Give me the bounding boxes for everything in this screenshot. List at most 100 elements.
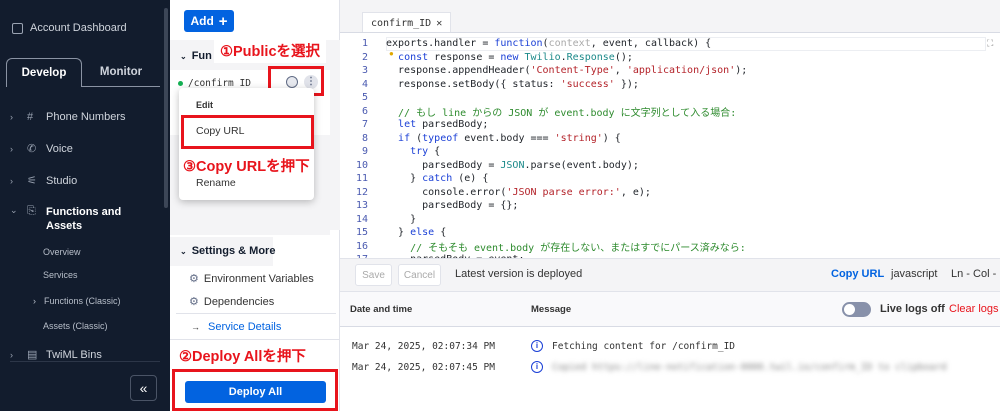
line-number: 12 xyxy=(355,186,368,198)
code-token: , xyxy=(614,65,627,77)
sidebar-item-twiml-bins[interactable]: › ▤ TwiML Bins xyxy=(10,348,102,362)
sub-label: Functions (Classic) xyxy=(44,296,121,306)
code-token: response = xyxy=(428,51,501,63)
line-number: 5 xyxy=(361,92,368,104)
line-number: 15 xyxy=(355,227,368,239)
chevron-down-icon: ⌄ xyxy=(180,52,187,61)
code-line[interactable]: 10 parsedBody = JSON.parse(event.body); xyxy=(340,159,639,173)
code-text: if (typeof event.body === 'string') { xyxy=(386,133,621,144)
sidebar-sub-overview[interactable]: Overview xyxy=(43,247,81,257)
tab-confirm-id[interactable]: confirm_ID ✕ xyxy=(362,12,452,33)
deploy-all-button[interactable]: Deploy All xyxy=(185,381,326,403)
functions-section-header[interactable]: ⌄ Fun xyxy=(180,50,212,62)
functions-panel: Add + ⌄ Fun /confirm_ID ⋮ ①Publicを選択 Edit … xyxy=(170,0,340,411)
code-token: Twilio xyxy=(524,51,561,63)
code-token: 'string' xyxy=(554,132,603,144)
code-text: // そもそも event.body が存在しない、またはすでにパース済みなら: xyxy=(386,239,746,254)
account-dashboard-link[interactable]: Account Dashboard xyxy=(12,22,127,34)
tab-monitor[interactable]: Monitor xyxy=(82,58,160,87)
annotation-box-copy-url xyxy=(181,115,314,149)
code-line[interactable]: 2 const response = new Twilio.Response()… xyxy=(340,51,633,65)
list-scrollbar[interactable] xyxy=(330,70,340,230)
sidebar-scrollbar[interactable] xyxy=(164,8,168,208)
column-date-time: Date and time xyxy=(350,304,413,315)
service-details-link[interactable]: → Service Details xyxy=(191,321,281,333)
fullscreen-icon[interactable]: ⛶ xyxy=(987,38,993,49)
code-line[interactable]: 14 } xyxy=(340,213,416,227)
code-line[interactable]: 16 // そもそも event.body が存在しない、またはすでにパース済み… xyxy=(340,240,746,254)
code-token: exports.handler = xyxy=(386,38,495,50)
menu-item-rename[interactable]: Rename xyxy=(196,177,236,189)
line-number: 3 xyxy=(361,65,368,77)
sidebar-item-label: Voice xyxy=(46,142,73,155)
info-icon: i xyxy=(531,361,543,373)
code-token: JSON xyxy=(500,159,525,171)
dependencies-link[interactable]: ⚙ Dependencies xyxy=(189,295,274,308)
code-token: ) { xyxy=(602,132,621,144)
env-vars-label: Environment Variables xyxy=(203,273,314,285)
functions-icon: ⎘ xyxy=(27,205,36,217)
save-button[interactable]: Save xyxy=(355,264,392,286)
column-message: Message xyxy=(531,304,572,315)
dashboard-icon xyxy=(12,22,23,34)
code-token: }); xyxy=(614,78,639,90)
code-text: console.error('JSON parse error:', e); xyxy=(386,187,651,198)
hash-icon: # xyxy=(27,111,34,123)
menu-item-edit[interactable]: Edit xyxy=(196,100,213,110)
sidebar-item-studio[interactable]: › ⚟ Studio xyxy=(10,174,77,188)
code-line[interactable]: 1 exports.handler = function(context, eve… xyxy=(340,37,711,51)
code-token: const xyxy=(398,51,429,63)
settings-section-header[interactable]: ⌄ Settings & More xyxy=(180,245,275,257)
code-line[interactable]: 8 if (typeof event.body === 'string') { xyxy=(340,132,621,146)
sidebar-item-functions-and-assets[interactable]: ⌄ ⎘ Functions and Assets xyxy=(10,205,121,233)
chevron-right-icon: › xyxy=(10,112,13,122)
arrow-right-icon: → xyxy=(191,322,200,332)
log-message: Copied https://line-notification-0000.tw… xyxy=(552,362,947,373)
code-line[interactable]: 9 try { xyxy=(340,145,440,159)
cancel-button[interactable]: Cancel xyxy=(398,264,441,286)
chevron-down-icon: ⌄ xyxy=(180,247,187,256)
sidebar-item-voice[interactable]: › ✆ Voice xyxy=(10,142,73,156)
code-line[interactable]: 3 response.appendHeader('Content-Type', … xyxy=(340,64,747,78)
environment-variables-link[interactable]: ⚙ Environment Variables xyxy=(189,272,314,285)
code-text: try { xyxy=(386,146,440,157)
collapse-sidebar-button[interactable]: « xyxy=(130,375,157,401)
sidebar-item-phone-numbers[interactable]: › # Phone Numbers xyxy=(10,111,126,123)
code-line[interactable]: 5 xyxy=(340,91,386,105)
add-button[interactable]: Add + xyxy=(184,10,234,32)
bin-icon: ▤ xyxy=(27,349,38,361)
code-text: } else { xyxy=(386,227,446,238)
code-token: (); xyxy=(614,51,633,63)
log-message: Fetching content for /confirm_ID xyxy=(552,341,736,352)
code-token: Response xyxy=(566,51,615,63)
code-line[interactable]: 11 } catch (e) { xyxy=(340,172,488,186)
code-text: response.setBody({ status: 'success' }); xyxy=(386,79,639,90)
code-line[interactable]: 12 console.error('JSON parse error:', e)… xyxy=(340,186,651,200)
close-icon[interactable]: ✕ xyxy=(436,18,442,29)
clear-logs-button[interactable]: Clear logs xyxy=(949,303,999,315)
tab-develop[interactable]: Develop xyxy=(6,58,82,87)
sidebar-sub-functions-classic[interactable]: › Functions (Classic) xyxy=(33,296,121,306)
code-line[interactable]: 6 // もし line からの JSON が event.body に文字列と… xyxy=(340,105,736,119)
line-number: 16 xyxy=(355,240,368,252)
tab-label: confirm_ID xyxy=(371,17,432,29)
code-token: (e) { xyxy=(452,173,489,185)
code-line[interactable]: 7 let parsedBody; xyxy=(340,118,488,132)
code-line[interactable]: 13 parsedBody = {}; xyxy=(340,199,519,213)
code-token: .parse(event.body); xyxy=(524,159,639,171)
sidebar-sub-services[interactable]: Services xyxy=(43,270,78,280)
code-line[interactable]: 15 } else { xyxy=(340,226,446,240)
code-line[interactable]: 4 response.setBody({ status: 'success' }… xyxy=(340,78,639,92)
copy-url-link[interactable]: Copy URL xyxy=(831,268,884,280)
chevron-down-icon: ⌄ xyxy=(10,205,18,215)
settings-header-label: Settings & More xyxy=(191,245,276,257)
functions-label-line1: Functions and xyxy=(46,206,122,218)
code-token: , e); xyxy=(620,186,651,198)
code-text: // もし line からの JSON が event.body に文字列として… xyxy=(386,104,736,119)
line-number: 2 xyxy=(361,51,368,63)
line-number: 10 xyxy=(355,159,368,171)
code-editor[interactable]: 1 exports.handler = function(context, eve… xyxy=(340,37,980,258)
sidebar-item-label: TwiML Bins xyxy=(46,348,102,361)
sidebar-sub-assets-classic[interactable]: Assets (Classic) xyxy=(43,321,108,331)
live-logs-toggle[interactable] xyxy=(842,302,871,317)
